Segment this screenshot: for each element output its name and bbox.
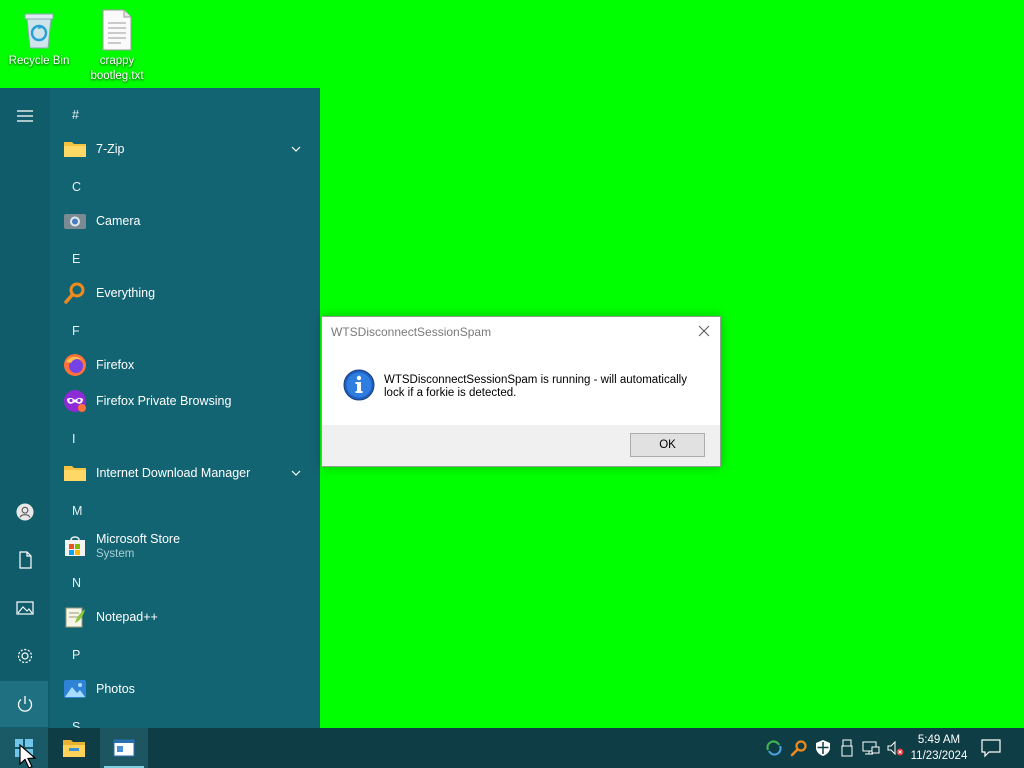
- app-item-firefox-private[interactable]: Firefox Private Browsing: [62, 383, 308, 419]
- clock-date: 11/23/2024: [910, 750, 968, 762]
- app-window-icon: [113, 739, 135, 757]
- info-icon: [343, 369, 375, 401]
- group-header-s[interactable]: S: [72, 720, 80, 728]
- start-menu: # 7-Zip C Camera E Everything F Firefox …: [0, 88, 320, 728]
- app-name: Notepad++: [96, 610, 158, 624]
- app-name: Microsoft Store: [96, 532, 181, 546]
- dialog-message: WTSDisconnectSessionSpam is running - wi…: [384, 374, 687, 399]
- desktop-icon-recycle-bin[interactable]: Recycle Bin: [1, 8, 77, 69]
- tray-volume-muted-icon[interactable]: [886, 739, 904, 757]
- group-header-hash[interactable]: #: [72, 108, 79, 122]
- group-header-e[interactable]: E: [72, 252, 80, 266]
- notification-icon: [981, 739, 1001, 758]
- firefox-private-icon: [64, 390, 86, 412]
- group-header-c[interactable]: C: [72, 180, 81, 194]
- group-header-m[interactable]: M: [72, 504, 82, 518]
- ok-button[interactable]: OK: [630, 433, 705, 457]
- group-header-f[interactable]: F: [72, 324, 80, 338]
- pictures-button[interactable]: [0, 585, 50, 631]
- close-icon: [698, 325, 710, 337]
- chevron-down-icon[interactable]: [290, 143, 302, 155]
- mouse-cursor-icon: [19, 744, 37, 768]
- clock-time: 5:49 AM: [917, 734, 961, 746]
- app-name: Photos: [96, 682, 135, 696]
- chevron-down-icon[interactable]: [290, 467, 302, 479]
- magnifier-icon: [64, 282, 85, 304]
- app-item-notepadpp[interactable]: Notepad++: [62, 599, 308, 635]
- app-item-everything[interactable]: Everything: [62, 275, 308, 311]
- dialog-titlebar[interactable]: WTSDisconnectSessionSpam: [322, 317, 720, 347]
- notification-center-button[interactable]: [980, 738, 1002, 758]
- app-item-firefox[interactable]: Firefox: [62, 347, 308, 383]
- store-icon: [65, 536, 85, 556]
- app-item-microsoft-store[interactable]: Microsoft Store System: [62, 527, 308, 565]
- dialog-footer: OK: [322, 425, 720, 466]
- documents-button[interactable]: [0, 537, 50, 583]
- message-dialog: WTSDisconnectSessionSpam WTSDisconnectSe…: [321, 316, 721, 467]
- desktop-icon-label: Recycle Bin: [8, 55, 70, 67]
- file-explorer-icon: [63, 740, 85, 757]
- app-item-internet-download-manager[interactable]: Internet Download Manager: [62, 455, 308, 491]
- tray-search-icon[interactable]: [790, 739, 808, 757]
- app-subtitle: System: [96, 548, 135, 560]
- photos-icon: [64, 680, 86, 698]
- desktop-icon-text-file[interactable]: crappy bootleg.txt: [79, 8, 155, 84]
- group-header-n[interactable]: N: [72, 576, 81, 590]
- folder-icon: [64, 466, 86, 481]
- start-menu-rail: [0, 88, 50, 728]
- app-name: Everything: [96, 286, 156, 300]
- group-header-p[interactable]: P: [72, 648, 80, 662]
- tray-usb-icon[interactable]: [838, 739, 856, 757]
- hamburger-icon: [17, 110, 33, 122]
- app-list: # 7-Zip C Camera E Everything F Firefox …: [50, 88, 320, 728]
- documents-icon: [19, 551, 32, 569]
- dialog-body: WTSDisconnectSessionSpam is running - wi…: [322, 347, 720, 425]
- recycle-bin-icon: [24, 13, 54, 49]
- power-button[interactable]: [0, 681, 50, 727]
- camera-icon: [64, 214, 86, 229]
- app-item-photos[interactable]: Photos: [62, 671, 308, 707]
- app-item-camera[interactable]: Camera: [62, 203, 308, 239]
- pictures-icon: [16, 601, 34, 615]
- taskbar: 5:49 AM 11/23/2024: [0, 728, 1024, 768]
- dialog-close-button[interactable]: [694, 322, 714, 340]
- settings-button[interactable]: [0, 633, 50, 679]
- app-name: Camera: [96, 214, 141, 228]
- settings-icon: [17, 648, 33, 664]
- tray-security-icon[interactable]: [814, 739, 832, 757]
- taskbar-app-button[interactable]: [100, 728, 148, 768]
- app-name: 7-Zip: [96, 142, 125, 156]
- notepadpp-icon: [65, 607, 85, 628]
- group-header-i[interactable]: I: [72, 432, 75, 446]
- user-account-button[interactable]: [0, 489, 50, 535]
- text-file-icon: [102, 9, 132, 51]
- tray-network-icon[interactable]: [862, 739, 880, 757]
- app-name: Internet Download Manager: [96, 466, 251, 480]
- folder-icon: [64, 142, 86, 157]
- expand-menu-button[interactable]: [0, 93, 50, 139]
- app-name: Firefox Private Browsing: [96, 394, 232, 408]
- app-item-7zip[interactable]: 7-Zip: [62, 131, 308, 167]
- app-name: Firefox: [96, 358, 135, 372]
- desktop-icon-label: crappy bootleg.txt: [90, 55, 144, 82]
- user-icon: [16, 503, 34, 521]
- file-explorer-button[interactable]: [50, 728, 98, 768]
- dialog-title: WTSDisconnectSessionSpam: [331, 325, 492, 339]
- tray-sync-icon[interactable]: [765, 739, 783, 757]
- power-icon: [17, 696, 33, 712]
- firefox-icon: [64, 354, 86, 376]
- taskbar-clock[interactable]: 5:49 AM 11/23/2024: [905, 732, 973, 764]
